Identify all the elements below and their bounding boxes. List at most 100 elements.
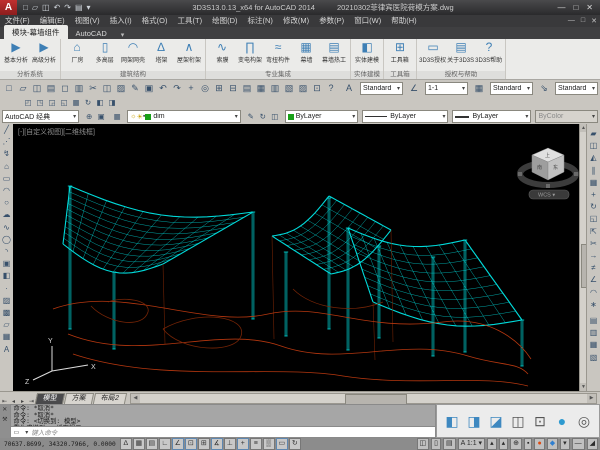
ribbon-tab-autocad[interactable]: AutoCAD (68, 27, 115, 39)
make-current-icon[interactable]: ✎ (245, 111, 257, 123)
viewport-icon[interactable]: ◰ (22, 97, 34, 109)
move-icon[interactable]: + (588, 189, 599, 201)
offset-icon[interactable]: ∥ (588, 165, 599, 177)
resize-grip-icon[interactable]: ◢ (587, 438, 598, 450)
stretch-icon[interactable]: ⇱ (588, 226, 599, 238)
new-icon[interactable]: □ (2, 81, 16, 96)
advanced-analysis-button[interactable]: ▶高级分析 (31, 40, 57, 64)
ducs-toggle[interactable]: ⊥ (224, 438, 236, 450)
polar-toggle[interactable]: ∠ (172, 438, 184, 450)
infer-constraints-toggle[interactable]: ∆ (120, 438, 132, 450)
layer-previous-icon[interactable]: ↻ (257, 111, 269, 123)
named-views-icon[interactable]: ◳ (34, 97, 46, 109)
mtext-icon[interactable]: A (1, 344, 12, 356)
help-icon[interactable]: ? (324, 81, 338, 96)
sphere-icon[interactable]: ● (553, 411, 571, 431)
model-space-button[interactable]: ◫ (417, 438, 430, 450)
grid-toggle[interactable]: ▤ (146, 438, 158, 450)
performance-icon[interactable]: ◆ (547, 438, 558, 450)
zoom-window-icon[interactable]: ⊞ (212, 81, 226, 96)
cmd-customize-icon[interactable]: ⚒ (2, 416, 7, 423)
plot-icon[interactable]: ▤ (44, 81, 58, 96)
cmd-close-icon[interactable]: ✕ (2, 406, 7, 413)
box-wireframe-icon[interactable]: ◫ (509, 411, 527, 431)
line-icon[interactable]: ╱ (1, 124, 12, 136)
circle-icon[interactable]: ○ (1, 197, 12, 209)
menu-item[interactable]: 绘图(D) (207, 15, 242, 27)
otrack-toggle[interactable]: ∡ (211, 438, 223, 450)
shade-icon[interactable]: ◨ (106, 97, 118, 109)
visual-style-icon[interactable]: ◧ (94, 97, 106, 109)
render-icon[interactable]: ▦ (70, 97, 82, 109)
sheetset-icon[interactable]: ▧ (282, 81, 296, 96)
undo-icon[interactable]: ↶ (52, 3, 63, 12)
workspace-switch-icon[interactable]: ⊕ (510, 438, 522, 450)
grid-shell-button[interactable]: ◠网架网壳 (120, 40, 146, 64)
snap-toggle[interactable]: ▦ (133, 438, 145, 450)
cut-icon[interactable]: ✂ (86, 81, 100, 96)
box-corner-face-icon[interactable]: ◪ (487, 411, 505, 431)
lineweight-toggle[interactable]: ≡ (250, 438, 262, 450)
ribbon-tab-module[interactable]: 模块-幕墙组件 (4, 25, 68, 39)
minimize-button[interactable]: — (553, 3, 569, 12)
camera-icon[interactable]: ◱ (58, 97, 70, 109)
tab-fangan[interactable]: 方案 (64, 393, 94, 404)
block-editor-icon[interactable]: ▣ (142, 81, 156, 96)
ortho-toggle[interactable]: ∟ (159, 438, 171, 450)
save-icon[interactable]: ◫ (40, 3, 52, 12)
plant-button[interactable]: ⌂厂房 (64, 40, 90, 64)
text-style-dropdown[interactable]: Standard (360, 82, 403, 95)
plotstyle-dropdown[interactable]: ByColor (535, 110, 598, 123)
construction-line-icon[interactable]: ⋰ (1, 136, 12, 148)
toolbar-lock-icon[interactable]: ▪ (524, 438, 532, 450)
status-dot-icon[interactable]: ● (534, 438, 544, 450)
redo-icon[interactable]: ↷ (170, 81, 184, 96)
copy-icon[interactable]: ◫ (588, 140, 599, 152)
multistory-button[interactable]: ▯多高层 (92, 40, 118, 64)
layer-states-icon[interactable]: ◫ (269, 111, 281, 123)
scroll-left-icon[interactable]: ◀ (131, 394, 140, 403)
region-icon[interactable]: ▱ (1, 319, 12, 331)
break-icon[interactable]: ≠ (588, 262, 599, 274)
rotate-icon[interactable]: ↻ (588, 201, 599, 213)
ribbon-minimize-icon[interactable]: ▾ (115, 31, 131, 39)
orbit-icon[interactable]: ↻ (82, 97, 94, 109)
solid-modeling-button[interactable]: ◧实体建模 (354, 40, 380, 64)
workspace-save-icon[interactable]: ▣ (95, 111, 107, 123)
3d3s-license-button[interactable]: ▭3D3S授权 (420, 40, 446, 64)
viewcube[interactable]: 上南东WCS ▾ (518, 148, 578, 199)
annotation-scale-button[interactable]: A 1:1 ▾ (458, 438, 485, 450)
quick-properties-toggle[interactable]: ▭ (276, 438, 288, 450)
3d-osnap-toggle[interactable]: ⊞ (198, 438, 210, 450)
lineweight-dropdown[interactable]: ByLayer (452, 110, 531, 123)
match-properties-icon[interactable]: ✎ (128, 81, 142, 96)
twisted-member-button[interactable]: ≈弯扭构件 (265, 40, 291, 64)
zoom-realtime-icon[interactable]: ◎ (198, 81, 212, 96)
revcloud-icon[interactable]: ☁ (1, 209, 12, 221)
tab-layout2[interactable]: 布局2 (93, 393, 127, 404)
fillet-icon[interactable]: ◠ (588, 287, 599, 299)
truss-button[interactable]: ∧屋架桁架 (176, 40, 202, 64)
open-icon[interactable]: ▱ (16, 81, 30, 96)
layer-dropdown[interactable]: ☼ ☀ ▪ dim (127, 110, 241, 123)
menu-item[interactable]: 标注(N) (243, 15, 278, 27)
paste-icon[interactable]: ▨ (114, 81, 128, 96)
make-block-icon[interactable]: ◧ (1, 270, 12, 282)
erase-icon[interactable]: ▰ (588, 128, 599, 140)
color-dropdown[interactable]: ByLayer (285, 110, 358, 123)
polygon-icon[interactable]: ⌂ (1, 161, 12, 173)
3d3s-help-button[interactable]: ?3D3S帮助 (476, 40, 502, 64)
open-icon[interactable]: ▱ (30, 3, 40, 12)
publish-icon[interactable]: ▥ (72, 81, 86, 96)
transparency-toggle[interactable]: ▒ (263, 438, 275, 450)
menu-item[interactable]: 修改(M) (278, 15, 314, 27)
redo-icon[interactable]: ↷ (62, 3, 73, 12)
trim-icon[interactable]: ✂ (588, 238, 599, 250)
dyn-toggle[interactable]: + (237, 438, 249, 450)
table-style-dropdown[interactable]: Standard (490, 82, 533, 95)
about-3d3s-button[interactable]: ▤关于3D3S (448, 40, 474, 64)
tool-palettes-icon[interactable]: ▥ (268, 81, 282, 96)
ellipse-arc-icon[interactable]: ◝ (1, 246, 12, 258)
annotation-visibility-icon[interactable]: ▴ (487, 438, 497, 450)
toolbox-button[interactable]: ⊞工具箱 (387, 40, 413, 64)
